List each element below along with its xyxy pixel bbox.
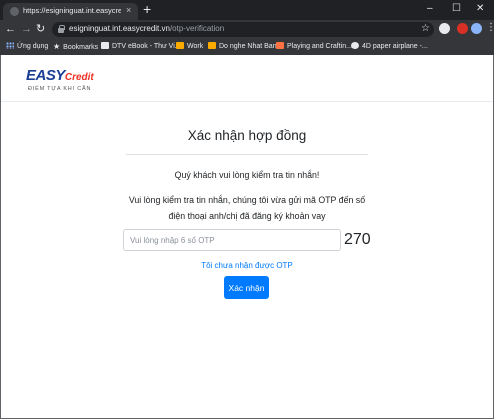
easycredit-logo[interactable]: EASYCredit ĐIỂM TỰA KHI CẦN (26, 67, 94, 92)
maximize-button[interactable]: ☐ (452, 2, 461, 16)
bookmark-work[interactable]: Work (176, 42, 203, 50)
apps-grid-icon (6, 42, 14, 49)
url-path: /otp-verification (169, 24, 225, 33)
folder-icon (176, 42, 184, 49)
check-message-notice: Quý khách vui lòng kiểm tra tin nhắn! (174, 170, 320, 180)
bookmark-4d-paper[interactable]: 4D paper airplane -... (351, 42, 428, 50)
resend-otp-link[interactable]: Tôi chưa nhận được OTP (0, 261, 494, 270)
url-host: esigninguat.int.easycredit.vn (69, 24, 170, 33)
bookmark-label: Do nghe Nhat Ban (219, 43, 277, 50)
confirm-button[interactable]: Xác nhận (224, 276, 269, 299)
document-icon (101, 42, 109, 49)
lock-icon[interactable] (58, 25, 65, 33)
star-icon: ★ (53, 42, 61, 51)
new-tab-button[interactable]: + (143, 1, 151, 18)
logo-credit-text: Credit (64, 72, 94, 83)
tab-title: https://esigninguat.int.easycredit (23, 6, 121, 15)
site-header: EASYCredit ĐIỂM TỰA KHI CẦN (1, 55, 493, 102)
url-text[interactable]: esigninguat.int.easycredit.vn/otp-verifi… (69, 24, 224, 33)
pinterest-extension-icon[interactable] (457, 23, 468, 34)
close-tab-icon[interactable]: × (126, 5, 131, 16)
browser-toolbar: ← → ↻ esigninguat.int.easycredit.vn/otp-… (0, 20, 494, 39)
page-title: Xác nhận hợp đồng (187, 128, 307, 143)
bookmark-label: DTV eBook - Thư Vi... (112, 43, 181, 50)
bookmark-playing[interactable]: Playing and Craftin... (276, 42, 352, 50)
bookmark-star-icon[interactable]: ☆ (421, 22, 430, 36)
bookmarks-bar: Ứng dụng ★ Bookmarks DTV eBook - Thư Vi..… (0, 39, 494, 55)
browser-tab[interactable]: https://esigninguat.int.easycredit × (3, 3, 138, 20)
close-window-button[interactable]: ✕ (476, 2, 484, 16)
back-button[interactable]: ← (5, 22, 16, 37)
address-bar[interactable]: esigninguat.int.easycredit.vn/otp-verifi… (52, 22, 434, 37)
bookmark-dtv-ebook[interactable]: DTV eBook - Thư Vi... (101, 42, 181, 50)
bookmark-label: Playing and Craftin... (287, 43, 352, 50)
bookmark-label: Bookmarks (63, 44, 99, 51)
bookmark-label: 4D paper airplane -... (362, 43, 428, 50)
globe-icon (10, 7, 19, 16)
minimize-button[interactable]: – (427, 2, 433, 16)
otp-countdown: 270 (344, 231, 371, 248)
extension-icon[interactable] (439, 23, 450, 34)
bookmark-do-nghe[interactable]: Do nghe Nhat Ban (208, 42, 277, 50)
bookmark-apps[interactable]: Ứng dụng (6, 42, 48, 50)
otp-input[interactable] (123, 229, 341, 251)
logo-slogan: ĐIỂM TỰA KHI CẦN (28, 86, 92, 92)
blogger-icon (276, 42, 284, 49)
browser-menu-icon[interactable]: ⋮ (486, 22, 494, 34)
reload-button[interactable]: ↻ (36, 22, 45, 37)
globe-icon (351, 42, 359, 49)
title-divider (126, 154, 368, 155)
browser-tab-bar: https://esigninguat.int.easycredit × + –… (0, 0, 494, 20)
profile-avatar[interactable] (471, 23, 482, 34)
bookmark-label: Work (187, 43, 204, 50)
bookmark-bookmarks[interactable]: ★ Bookmarks (53, 42, 98, 51)
forward-button[interactable]: → (21, 22, 32, 37)
bookmark-label: Ứng dụng (17, 43, 49, 50)
folder-icon (208, 42, 216, 49)
otp-instruction: Vui lòng kiểm tra tin nhắn, chúng tôi vừ… (128, 195, 366, 221)
logo-easy-text: EASY (26, 67, 65, 84)
